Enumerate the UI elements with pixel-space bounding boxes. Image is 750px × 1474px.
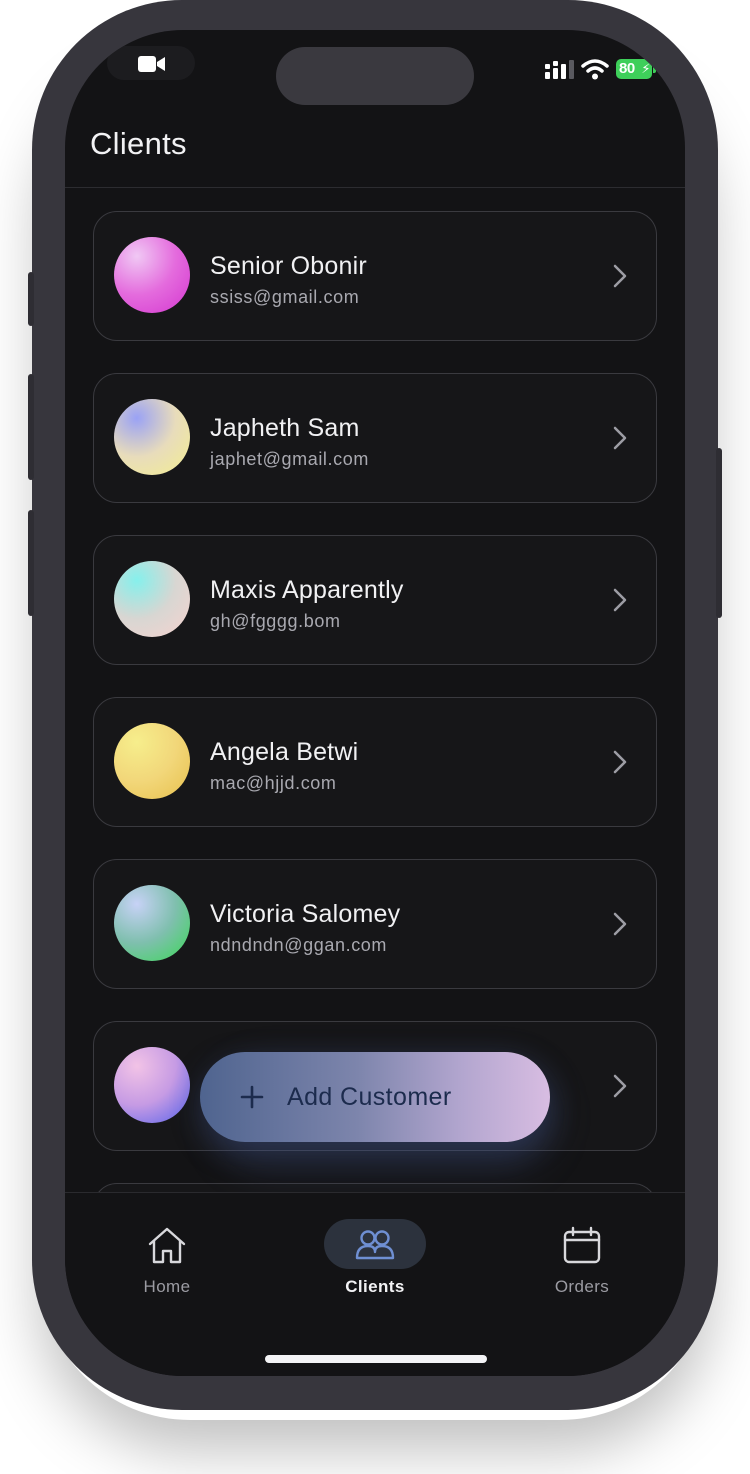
dynamic-island [276,47,474,105]
avatar [114,723,190,799]
battery-cap [653,65,656,73]
plus-icon [240,1085,264,1109]
client-card[interactable]: Maxis Apparently gh@fgggg.bom [93,535,657,665]
client-card[interactable]: Victoria Salomey ndndndn@ggan.com [93,859,657,989]
chevron-right-icon [613,588,627,612]
wifi-icon [581,59,609,80]
tab-home[interactable]: Home [87,1193,247,1303]
client-name: Japheth Sam [210,414,360,442]
home-icon [148,1227,186,1264]
battery-icon: 80 ⚡ [616,59,652,79]
client-name: Senior Obonir [210,252,367,280]
users-icon [355,1230,395,1260]
screen: 80 ⚡ Clients Senior Obonir ssiss@gmail.c… [65,30,685,1376]
client-email: japhet@gmail.com [210,449,369,469]
tab-label: Home [143,1277,191,1296]
client-email: gh@fgggg.bom [210,611,341,631]
page-title: Clients [90,126,187,161]
add-customer-label: Add Customer [287,1083,452,1111]
client-name: Angela Betwi [210,738,359,766]
avatar [114,399,190,475]
tab-clients[interactable]: Clients [295,1193,455,1303]
chevron-right-icon [613,1074,627,1098]
client-card[interactable]: Angela Betwi mac@hjjd.com [93,697,657,827]
avatar [114,885,190,961]
volume-up-button [28,374,34,480]
volume-down-button [28,510,34,616]
avatar [114,561,190,637]
client-email: ndndndn@ggan.com [210,935,387,955]
tab-label: Clients [345,1277,405,1296]
avatar [114,1047,190,1123]
header-divider [65,187,685,188]
client-name: Victoria Salomey [210,900,401,928]
power-button [716,448,722,618]
chevron-right-icon [613,264,627,288]
calendar-icon [563,1226,601,1264]
home-indicator[interactable] [265,1355,487,1363]
chevron-right-icon [613,750,627,774]
chevron-right-icon [613,912,627,936]
avatar [114,237,190,313]
client-email: mac@hjjd.com [210,773,337,793]
chevron-right-icon [613,426,627,450]
battery-level: 80 [619,60,635,77]
signal-icon [545,60,574,79]
action-button [28,272,34,326]
client-card[interactable]: Japheth Sam japhet@gmail.com [93,373,657,503]
client-card[interactable]: Senior Obonir ssiss@gmail.com [93,211,657,341]
tab-label: Orders [554,1277,610,1296]
charging-bolt-icon: ⚡ [641,61,650,76]
client-email: ssiss@gmail.com [210,287,360,307]
add-customer-button[interactable]: Add Customer [200,1052,550,1142]
video-camera-icon [138,56,165,72]
tab-bar: Home Clients Orders [65,1192,685,1376]
client-name: Maxis Apparently [210,576,404,604]
tab-orders[interactable]: Orders [502,1193,662,1303]
